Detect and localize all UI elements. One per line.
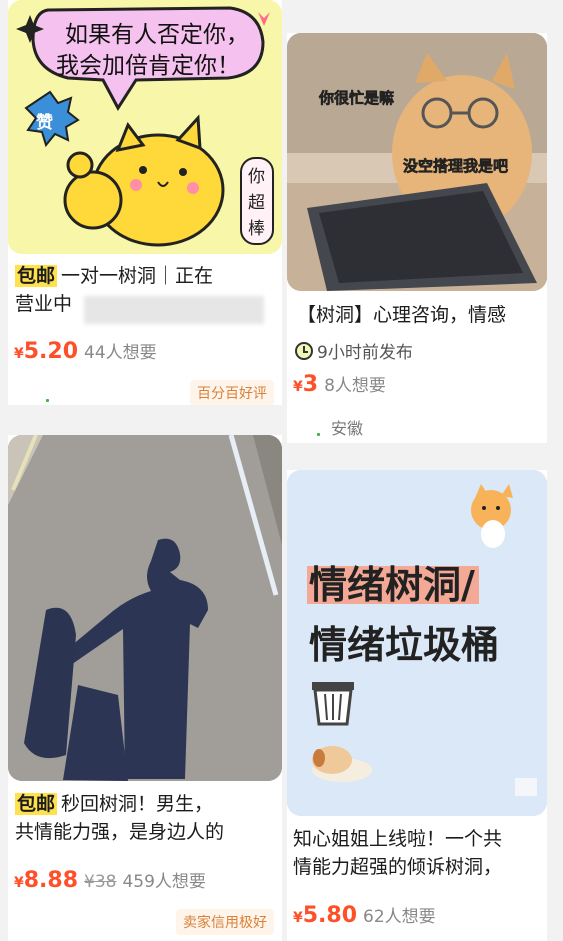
trash-bin-icon bbox=[312, 682, 354, 726]
publish-time: 9小时前发布 bbox=[295, 338, 413, 363]
location: 安徽 bbox=[331, 419, 364, 438]
side-text: 你 bbox=[248, 167, 265, 187]
want-count: 8人想要 bbox=[324, 376, 386, 396]
product-image[interactable]: 如果有人否定你， 我会加倍肯定你！ 赞 你 超 棒 bbox=[8, 0, 282, 254]
product-title[interactable]: 【树洞】心理咨询，情感 bbox=[297, 301, 541, 329]
price: ¥3 8人想要 bbox=[293, 372, 386, 397]
image-headline-2: 情绪垃圾桶 bbox=[309, 623, 499, 667]
want-count: 62人想要 bbox=[363, 907, 436, 927]
blurred-text bbox=[84, 296, 264, 324]
credit-tag: 卖家信用极好 bbox=[176, 909, 274, 935]
product-card[interactable]: 如果有人否定你， 我会加倍肯定你！ 赞 你 超 棒 包邮 一对一树洞｜正在 营业中 bbox=[8, 0, 282, 405]
original-price: ¥38 bbox=[84, 872, 117, 892]
want-count: 459人想要 bbox=[122, 872, 206, 892]
seller-icon bbox=[317, 433, 320, 436]
bubble-text-1: 如果有人否定你， bbox=[65, 22, 249, 48]
seller-icon bbox=[46, 399, 49, 402]
product-card[interactable]: 你很忙是嘛 没空搭理我是吧 【树洞】心理咨询，情感 9小时前发布 ¥3 8人想要 … bbox=[287, 33, 547, 443]
rating-tag: 百分百好评 bbox=[190, 380, 274, 405]
product-image[interactable]: 你很忙是嘛 没空搭理我是吧 bbox=[287, 33, 547, 291]
product-title[interactable]: 包邮 秒回树洞！男生， 共情能力强，是身边人的 bbox=[15, 790, 276, 846]
image-caption-1: 你很忙是嘛 bbox=[318, 89, 394, 107]
product-card[interactable]: 包邮 秒回树洞！男生， 共情能力强，是身边人的 ¥8.88 ¥38 459人想要 卖家… bbox=[8, 435, 282, 941]
product-title[interactable]: 知心姐姐上线啦！一个共 情能力超强的倾诉树洞， bbox=[293, 825, 541, 881]
photo-shadow-road bbox=[8, 435, 282, 781]
want-count: 44人想要 bbox=[84, 343, 157, 363]
illustration-cat-laptop: 你很忙是嘛 没空搭理我是吧 bbox=[287, 33, 547, 291]
badge-zan: 赞 bbox=[35, 112, 53, 133]
illustration-cheer-cat: 如果有人否定你， 我会加倍肯定你！ 赞 你 超 棒 bbox=[8, 0, 282, 254]
price: ¥5.20 44人想要 bbox=[14, 339, 157, 364]
free-shipping-badge: 包邮 bbox=[15, 793, 58, 815]
image-caption-2: 没空搭理我是吧 bbox=[403, 157, 508, 175]
product-image[interactable]: 情绪树洞/ 情绪垃圾桶 bbox=[287, 470, 547, 816]
product-image[interactable] bbox=[8, 435, 282, 781]
price: ¥5.80 62人想要 bbox=[293, 903, 436, 928]
svg-text:超: 超 bbox=[248, 193, 265, 213]
product-card[interactable]: 情绪树洞/ 情绪垃圾桶 知心姐姐上线啦！一个共 情能力超强的倾诉树洞， ¥5.8… bbox=[287, 470, 547, 941]
illustration-emotion-bin: 情绪树洞/ 情绪垃圾桶 bbox=[287, 470, 547, 816]
free-shipping-badge: 包邮 bbox=[15, 265, 58, 287]
price: ¥8.88 ¥38 459人想要 bbox=[14, 868, 206, 893]
image-headline-1: 情绪树洞/ bbox=[309, 563, 475, 607]
clock-icon bbox=[295, 341, 313, 360]
bubble-text-2: 我会加倍肯定你！ bbox=[56, 53, 240, 79]
svg-text:棒: 棒 bbox=[248, 219, 265, 239]
